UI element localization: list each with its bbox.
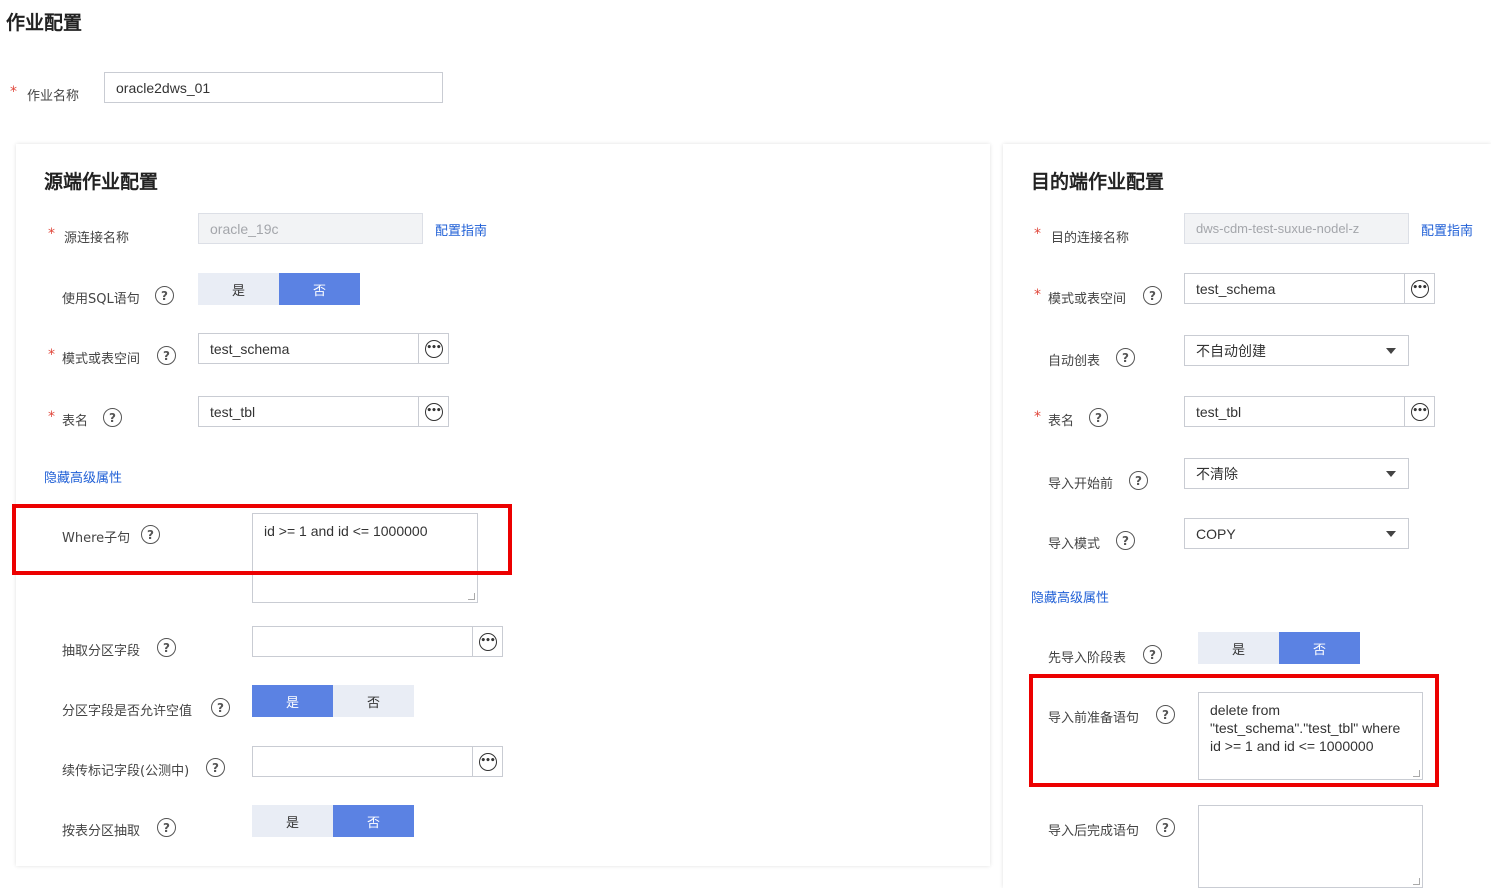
required-marker: * [48, 347, 55, 363]
auto-create-label: 自动创表 [1048, 354, 1101, 369]
question-circle-icon[interactable]: ? [1156, 818, 1175, 837]
ellipsis-circle-icon: ••• [1410, 402, 1429, 421]
resize-handle-icon[interactable] [468, 593, 475, 600]
ellipsis-circle-icon: ••• [478, 632, 497, 651]
job-name-label: 作业名称 [27, 89, 80, 104]
ellipsis-circle-icon: ••• [424, 339, 443, 358]
dest-schema-more-button[interactable]: ••• [1404, 273, 1435, 304]
page-title: 作业配置 [6, 12, 83, 34]
where-clause-highlight [12, 504, 512, 575]
required-marker: * [10, 84, 17, 100]
question-circle-icon[interactable]: ? [206, 758, 225, 777]
resume-field-more-button[interactable]: ••• [472, 746, 503, 777]
source-schema-more-button[interactable]: ••• [418, 333, 449, 364]
dest-conn-input: dws-cdm-test-suxue-nodel-z [1184, 213, 1409, 244]
use-sql-yes-button[interactable]: 是 [198, 273, 279, 305]
question-circle-icon[interactable]: ? [103, 408, 122, 427]
dest-conn-label: 目的连接名称 [1051, 231, 1130, 246]
job-name-input[interactable]: oracle2dws_01 [104, 72, 443, 103]
source-advanced-toggle-link[interactable]: 隐藏高级属性 [44, 467, 122, 486]
ellipsis-circle-icon: ••• [478, 752, 497, 771]
resume-field-input[interactable] [252, 746, 473, 777]
partition-null-toggle: 是 否 [252, 685, 414, 717]
before-import-label: 导入开始前 [1048, 477, 1114, 492]
partition-field-input[interactable] [252, 626, 473, 657]
caret-down-icon [1386, 347, 1396, 354]
partition-field-label: 抽取分区字段 [62, 644, 141, 659]
required-marker: * [1034, 287, 1041, 303]
stage-table-toggle: 是 否 [1198, 632, 1360, 664]
source-schema-input[interactable]: test_schema [198, 333, 419, 364]
partition-field-more-button[interactable]: ••• [472, 626, 503, 657]
source-guide-link[interactable]: 配置指南 [435, 220, 487, 239]
source-panel-title: 源端作业配置 [44, 171, 159, 193]
source-conn-label: 源连接名称 [64, 231, 130, 246]
ellipsis-circle-icon: ••• [424, 402, 443, 421]
source-table-input[interactable]: test_tbl [198, 396, 419, 427]
question-circle-icon[interactable]: ? [211, 698, 230, 717]
required-marker: * [1034, 409, 1041, 425]
dest-schema-label: 模式或表空间 [1048, 292, 1127, 307]
dest-schema-input[interactable]: test_schema [1184, 273, 1405, 304]
use-sql-no-button[interactable]: 否 [279, 273, 360, 305]
required-marker: * [48, 409, 55, 425]
required-marker: * [48, 226, 55, 242]
question-circle-icon[interactable]: ? [157, 818, 176, 837]
ellipsis-circle-icon: ••• [1410, 279, 1429, 298]
stage-table-no-button[interactable]: 否 [1279, 632, 1360, 664]
import-mode-label: 导入模式 [1048, 537, 1101, 552]
dest-table-more-button[interactable]: ••• [1404, 396, 1435, 427]
complete-stmt-textarea[interactable] [1198, 805, 1423, 888]
use-sql-toggle: 是 否 [198, 273, 360, 305]
partition-null-label: 分区字段是否允许空值 [62, 704, 193, 719]
auto-create-select[interactable]: 不自动创建 [1184, 335, 1409, 366]
caret-down-icon [1386, 470, 1396, 477]
question-circle-icon[interactable]: ? [1143, 645, 1162, 664]
import-mode-value: COPY [1196, 525, 1236, 542]
before-import-value: 不清除 [1196, 465, 1238, 482]
source-schema-label: 模式或表空间 [62, 352, 141, 367]
question-circle-icon[interactable]: ? [155, 286, 174, 305]
use-sql-label: 使用SQL语句 [62, 292, 140, 307]
resize-handle-icon[interactable] [1413, 878, 1420, 885]
question-circle-icon[interactable]: ? [157, 638, 176, 657]
source-conn-input: oracle_19c [198, 213, 423, 244]
required-marker: * [1034, 226, 1041, 242]
import-mode-select[interactable]: COPY [1184, 518, 1409, 549]
partition-null-yes-button[interactable]: 是 [252, 685, 333, 717]
dest-advanced-toggle-link[interactable]: 隐藏高级属性 [1031, 587, 1109, 606]
by-partition-no-button[interactable]: 否 [333, 805, 414, 837]
question-circle-icon[interactable]: ? [1143, 286, 1162, 305]
stage-table-label: 先导入阶段表 [1048, 651, 1127, 666]
dest-table-label: 表名 [1048, 414, 1075, 429]
source-table-label: 表名 [62, 414, 89, 429]
caret-down-icon [1386, 530, 1396, 537]
dest-panel-title: 目的端作业配置 [1031, 171, 1165, 193]
dest-guide-link[interactable]: 配置指南 [1421, 220, 1473, 239]
question-circle-icon[interactable]: ? [1116, 348, 1135, 367]
prepare-stmt-highlight [1029, 674, 1439, 787]
resume-field-label: 续传标记字段(公测中) [62, 764, 190, 779]
partition-null-no-button[interactable]: 否 [333, 685, 414, 717]
dest-table-input[interactable]: test_tbl [1184, 396, 1405, 427]
before-import-select[interactable]: 不清除 [1184, 458, 1409, 489]
by-partition-label: 按表分区抽取 [62, 824, 141, 839]
complete-stmt-label: 导入后完成语句 [1048, 824, 1140, 839]
by-partition-yes-button[interactable]: 是 [252, 805, 333, 837]
question-circle-icon[interactable]: ? [157, 346, 176, 365]
question-circle-icon[interactable]: ? [1129, 471, 1148, 490]
by-partition-toggle: 是 否 [252, 805, 414, 837]
auto-create-value: 不自动创建 [1196, 342, 1266, 359]
stage-table-yes-button[interactable]: 是 [1198, 632, 1279, 664]
question-circle-icon[interactable]: ? [1116, 531, 1135, 550]
question-circle-icon[interactable]: ? [1089, 408, 1108, 427]
source-table-more-button[interactable]: ••• [418, 396, 449, 427]
